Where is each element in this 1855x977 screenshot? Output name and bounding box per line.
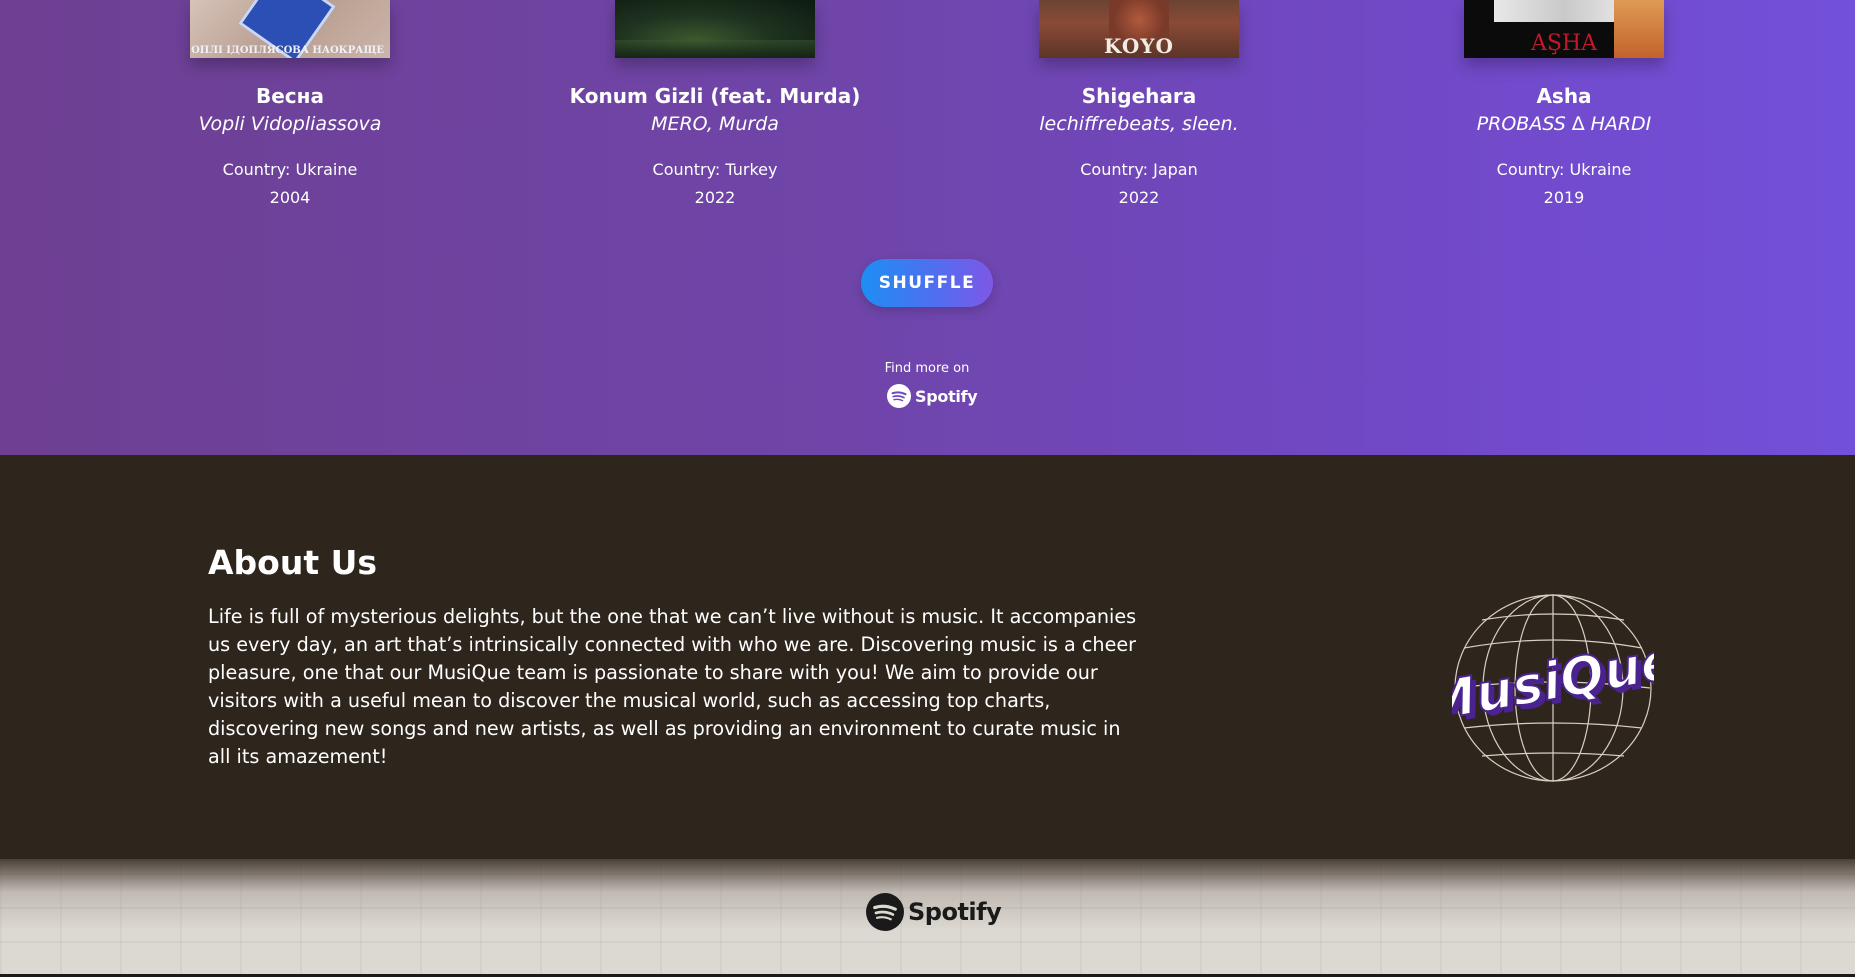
cover-label: AŞHA bbox=[1530, 31, 1598, 56]
cover-label: KOYO bbox=[1104, 34, 1174, 58]
song-title: Konum Gizli (feat. Murda) bbox=[569, 84, 861, 108]
song-title: Asha bbox=[1536, 84, 1592, 108]
song-artist: PROBASS ∆ HARDI bbox=[1476, 113, 1652, 135]
spotify-icon bbox=[866, 893, 904, 931]
shuffle-button[interactable]: SHUFFLE bbox=[861, 259, 993, 307]
song-title: Shigehara bbox=[1081, 84, 1197, 108]
song-country: Country: Japan bbox=[1080, 160, 1198, 179]
song-title: Весна bbox=[256, 84, 324, 108]
about-text: Life is full of mysterious delights, but… bbox=[208, 605, 1137, 768]
about-section: About Us Life is full of mysterious deli… bbox=[0, 455, 1855, 859]
song-cards: ОПЛІ ІДОПЛЯСОВА НАОКРАЩЕ Весна Vopli Vid… bbox=[0, 0, 1855, 220]
song-year: 2022 bbox=[694, 188, 736, 207]
song-artist: Vopli Vidopliassova bbox=[198, 113, 382, 135]
spotify-label: Spotify bbox=[915, 386, 978, 406]
footer: Spotify bbox=[0, 859, 1855, 977]
song-year: 2019 bbox=[1543, 188, 1585, 207]
about-title: About Us bbox=[208, 543, 378, 582]
song-country: Country: Turkey bbox=[652, 160, 778, 179]
album-cover[interactable]: ОПЛІ ІДОПЛЯСОВА НАОКРАЩЕ bbox=[190, 0, 390, 58]
album-cover[interactable]: AŞHA bbox=[1464, 0, 1664, 58]
song-country: Country: Ukraine bbox=[1496, 160, 1632, 179]
find-more-label: Find more on bbox=[884, 361, 970, 376]
cover-label: ОПЛІ ІДОПЛЯСОВА НАОКРАЩЕ bbox=[191, 45, 384, 56]
song-artist: lechiffrebeats, sleen. bbox=[1039, 113, 1239, 135]
songs-section: ОПЛІ ІДОПЛЯСОВА НАОКРАЩЕ Весна Vopli Vid… bbox=[0, 0, 1855, 455]
spotify-link[interactable]: Spotify bbox=[887, 383, 978, 409]
musique-logo: MusiQue MusiQue bbox=[1452, 594, 1654, 782]
album-cover[interactable]: KOYO bbox=[1039, 0, 1239, 58]
song-year: 2022 bbox=[1118, 188, 1160, 207]
song-artist: MERO, Murda bbox=[651, 113, 779, 135]
song-year: 2004 bbox=[269, 188, 311, 207]
footer-spotify-label: Spotify bbox=[908, 898, 1002, 926]
spotify-icon bbox=[887, 384, 911, 408]
song-country: Country: Ukraine bbox=[222, 160, 358, 179]
album-cover[interactable] bbox=[615, 0, 815, 58]
footer-spotify-link[interactable]: Spotify bbox=[866, 893, 1002, 931]
